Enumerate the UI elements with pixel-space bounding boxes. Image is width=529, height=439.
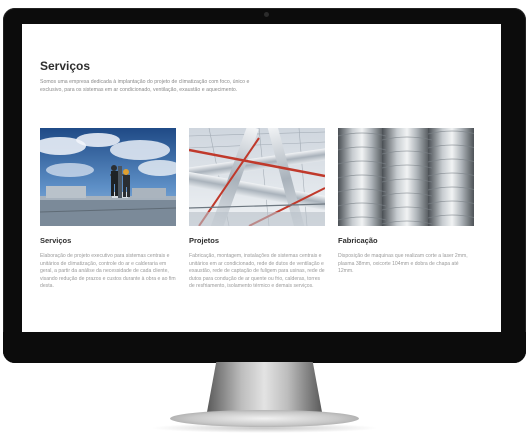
industrial-ducts-image[interactable] (189, 128, 325, 226)
card-title: Fabricação (338, 236, 378, 245)
service-card-servicos[interactable]: Serviços Elaboração de projeto executivo… (40, 128, 176, 291)
intro-text: Somos uma empresa dedicada à implantação… (40, 79, 250, 93)
card-title: Serviços (40, 236, 72, 245)
monitor-chin (3, 332, 526, 363)
service-card-fabricacao[interactable]: Fabricação Disposição de maquinas que re… (338, 128, 474, 276)
website-screen: Serviços Somos uma empresa dedicada à im… (22, 24, 501, 332)
camera-icon (264, 12, 269, 17)
service-card-projetos[interactable]: Projetos Fabricação, montagem, instalaçõ… (189, 128, 325, 291)
spiral-ducts-image[interactable] (338, 128, 474, 226)
card-description: Elaboração de projeto executivo para sis… (40, 253, 176, 290)
card-description: Disposição de maquinas que realizam cort… (338, 253, 468, 275)
monitor-stand-base (170, 410, 359, 427)
monitor-stand-neck (207, 362, 322, 412)
workers-rooftop-image[interactable] (40, 128, 176, 226)
card-title: Projetos (189, 236, 220, 245)
card-description: Fabricação, montagem, instalações de sis… (189, 253, 325, 290)
page-title: Serviços (40, 59, 91, 73)
